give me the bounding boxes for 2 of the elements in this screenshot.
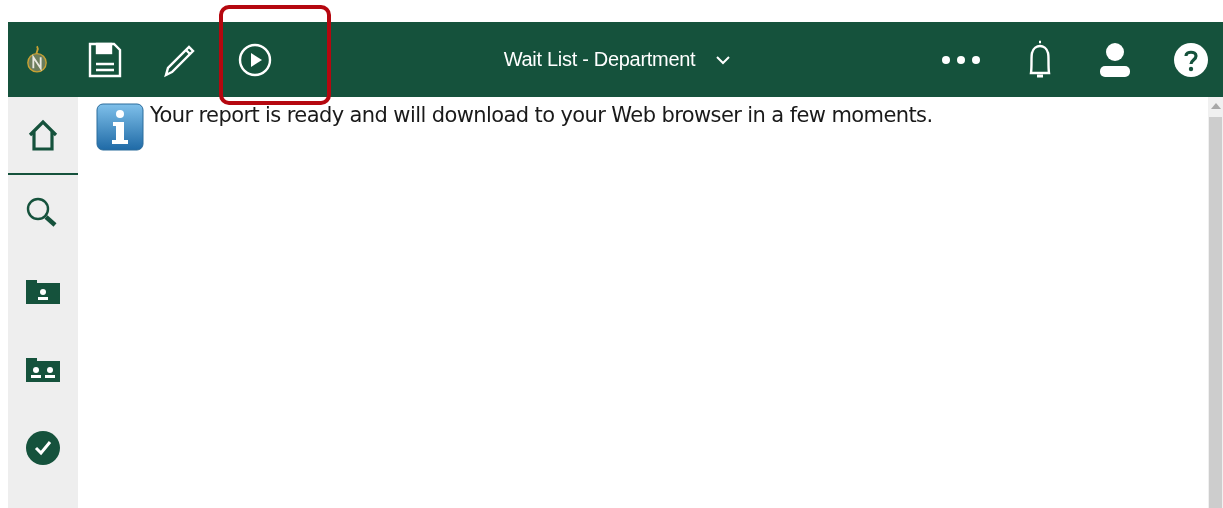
report-ready-message: Your report is ready and will download to your Web browser in a few moments. <box>150 103 933 127</box>
report-title-dropdown[interactable]: Wait List - Department <box>503 44 732 75</box>
